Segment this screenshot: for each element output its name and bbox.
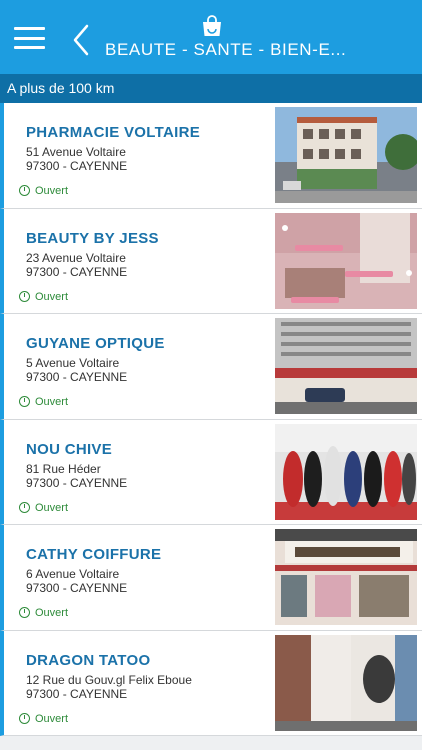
distance-filter-bar[interactable]: A plus de 100 km: [0, 74, 422, 103]
business-name: GUYANE OPTIQUE: [26, 335, 165, 352]
business-address: 23 Avenue Voltaire: [26, 250, 126, 265]
business-list: PHARMACIE VOLTAIRE 51 Avenue Voltaire 97…: [0, 103, 422, 736]
page-title: BEAUTE - SANTE - BIEN-E...: [105, 40, 347, 59]
business-name: BEAUTY BY JESS: [26, 229, 159, 247]
business-photo: [275, 107, 417, 203]
business-name: CATHY COIFFURE: [26, 546, 162, 563]
business-name: PHARMACIE VOLTAIRE: [26, 124, 201, 141]
clock-icon: [19, 712, 30, 724]
business-city: 97300 - CAYENNE: [26, 475, 128, 490]
business-city: 97300 - CAYENNE: [26, 264, 128, 279]
business-address: 81 Rue Héder: [26, 461, 101, 476]
list-item[interactable]: PHARMACIE VOLTAIRE 51 Avenue Voltaire 97…: [0, 103, 422, 209]
business-city: 97300 - CAYENNE: [26, 686, 128, 701]
hamburger-menu-icon: [14, 27, 45, 30]
clock-icon: [19, 185, 30, 196]
list-item[interactable]: NOU CHIVE 81 Rue Héder 97300 - CAYENNE O…: [0, 419, 422, 525]
business-name: NOU CHIVE: [26, 440, 113, 458]
business-photo: [275, 318, 417, 414]
business-address: 6 Avenue Voltaire: [26, 567, 120, 581]
clock-icon: [19, 396, 30, 407]
list-item[interactable]: GUYANE OPTIQUE 5 Avenue Voltaire 97300 -…: [0, 314, 422, 420]
list-item[interactable]: CATHY COIFFURE 6 Avenue Voltaire 97300 -…: [0, 525, 422, 631]
business-city: 97300 - CAYENNE: [26, 159, 128, 173]
menu-button[interactable]: [14, 27, 45, 51]
open-status: Ouvert: [19, 396, 68, 408]
open-status: Ouvert: [19, 290, 68, 303]
clock-icon: [19, 607, 30, 618]
list-item[interactable]: BEAUTY BY JESS 23 Avenue Voltaire 97300 …: [0, 208, 422, 314]
business-photo: [275, 634, 417, 731]
open-status: Ouvert: [19, 501, 68, 514]
list-item[interactable]: DRAGON TATOO 12 Rue du Gouv.gl Felix Ebo…: [0, 630, 422, 736]
business-address: 12 Rue du Gouv.gl Felix Eboue: [26, 672, 192, 687]
business-address: 5 Avenue Voltaire: [26, 356, 120, 370]
clock-icon: [19, 501, 30, 513]
business-address: 51 Avenue Voltaire: [26, 145, 126, 159]
business-photo: [275, 423, 417, 520]
clock-icon: [19, 290, 30, 302]
app-header: BEAUTE - SANTE - BIEN-E...: [0, 0, 422, 74]
chevron-left-icon: [73, 24, 89, 56]
business-photo: [275, 529, 417, 625]
business-name: DRAGON TATOO: [26, 651, 151, 669]
open-status: Ouvert: [19, 185, 68, 197]
open-status: Ouvert: [19, 607, 68, 619]
business-city: 97300 - CAYENNE: [26, 581, 128, 595]
shopping-bag-icon: [200, 14, 224, 38]
business-photo: [275, 212, 417, 309]
open-status: Ouvert: [19, 712, 68, 725]
back-button[interactable]: [70, 23, 92, 57]
business-city: 97300 - CAYENNE: [26, 370, 128, 384]
